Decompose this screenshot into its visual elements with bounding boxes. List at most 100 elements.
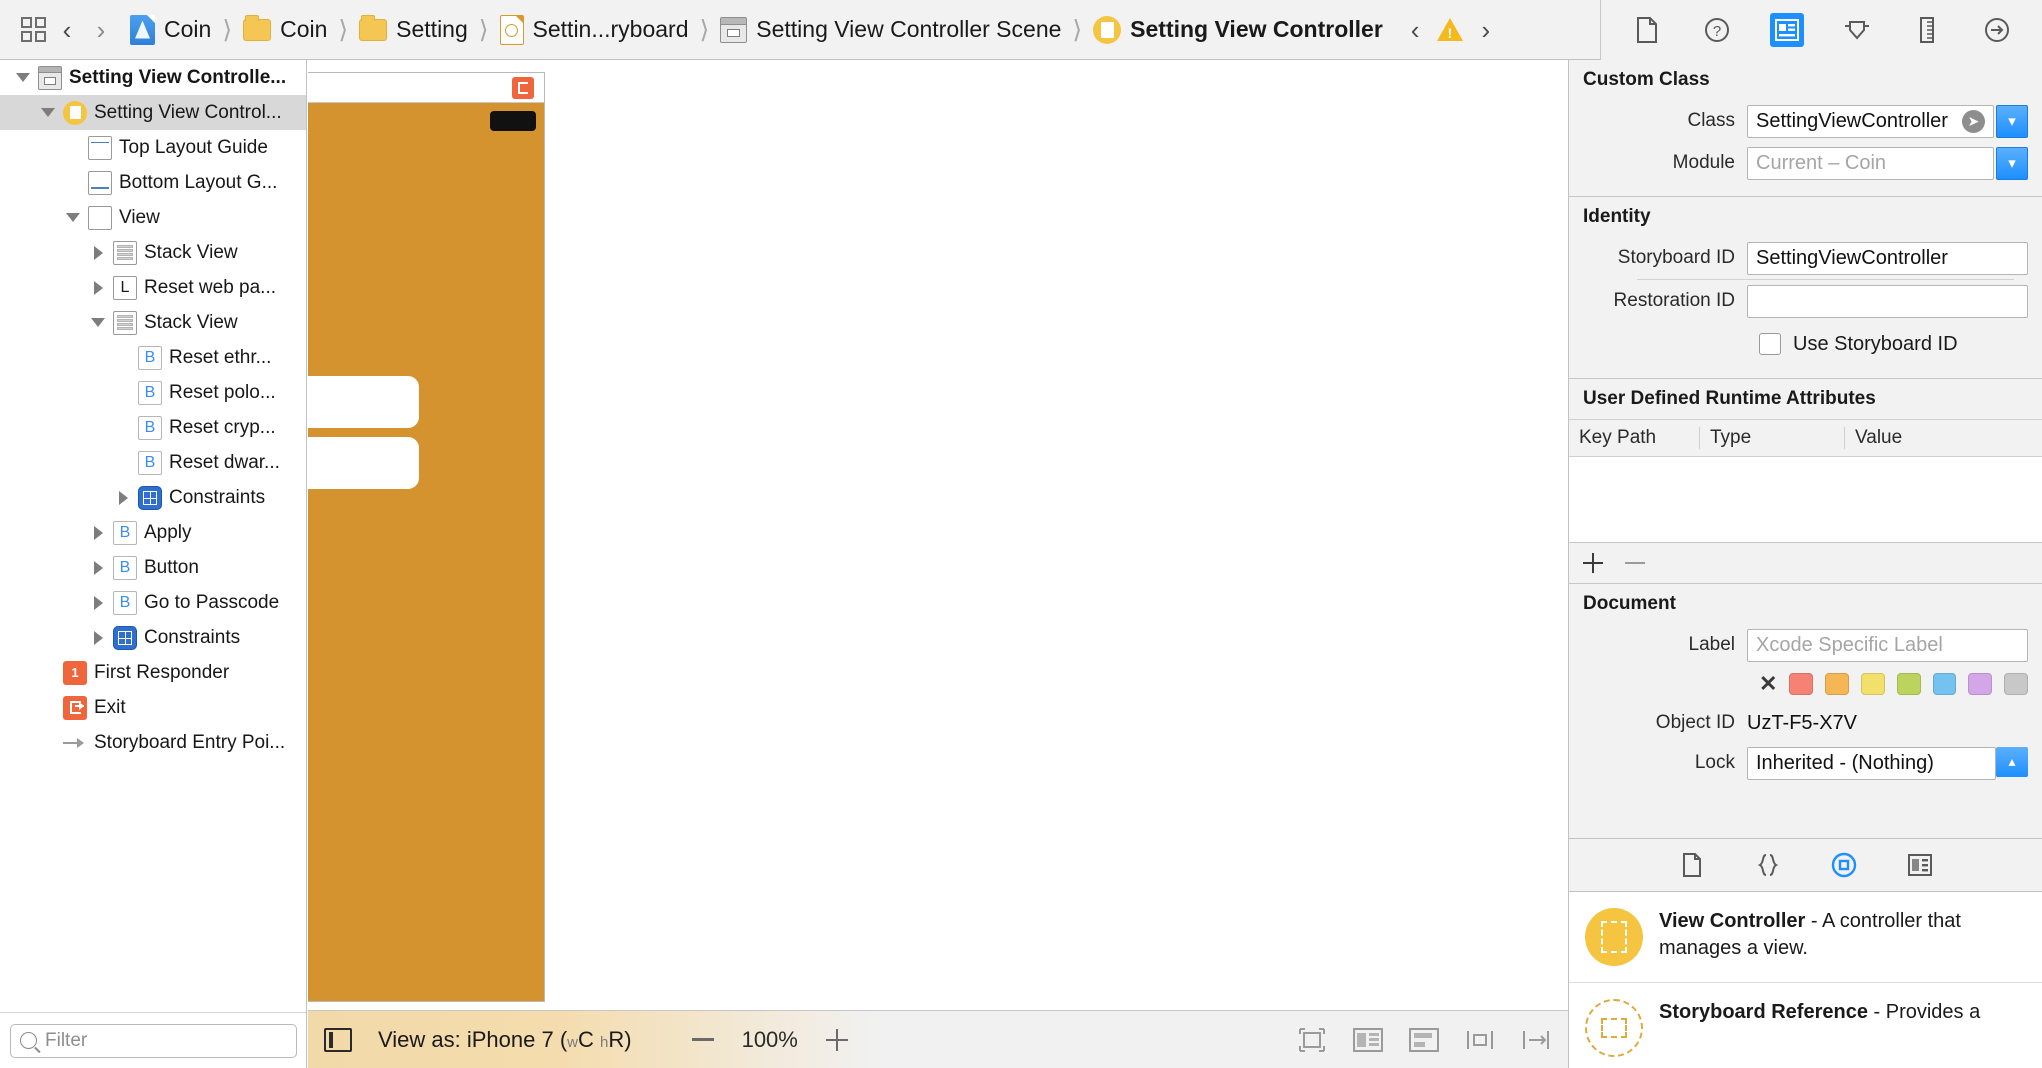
storyboard-id-input[interactable]: SettingViewController	[1747, 241, 2028, 275]
outline-row[interactable]: B Go to Passcode	[0, 585, 306, 620]
breadcrumb-item-scene[interactable]: Setting View Controller Scene	[718, 0, 1063, 59]
outline-row[interactable]: Stack View	[0, 235, 306, 270]
breadcrumb-item-view-controller[interactable]: Setting View Controller	[1091, 0, 1385, 59]
color-swatch-green[interactable]	[1896, 673, 1921, 695]
document-label-input[interactable]: Xcode Specific Label	[1747, 628, 2028, 662]
attributes-inspector-icon[interactable]	[1840, 13, 1874, 47]
zoom-in-button[interactable]	[825, 1028, 848, 1051]
breadcrumb-item-folder-coin[interactable]: Coin	[241, 0, 329, 59]
add-attribute-button[interactable]	[1583, 553, 1603, 573]
outline-row[interactable]: Setting View Controlle...	[0, 60, 306, 95]
outline-row[interactable]: Constraints	[0, 480, 306, 515]
outline-row[interactable]: Top Layout Guide	[0, 130, 306, 165]
clear-color-button[interactable]: ✕	[1759, 673, 1777, 695]
use-storyboard-id-checkbox[interactable]	[1759, 333, 1781, 355]
outline-row[interactable]: 1 First Responder	[0, 655, 306, 690]
scroll-up-button[interactable]: ▴	[1996, 746, 2028, 777]
outline-row[interactable]: B Reset dwar...	[0, 445, 306, 480]
disclosure-triangle-icon[interactable]	[115, 490, 131, 505]
disclosure-triangle-icon[interactable]	[90, 245, 106, 260]
update-frames-icon[interactable]	[1296, 1026, 1328, 1054]
identity-inspector-panel[interactable]: Custom Class Class SettingViewController…	[1568, 60, 2042, 1068]
code-snippet-library-icon[interactable]	[1753, 850, 1783, 880]
view-as-height-class: R	[608, 1026, 625, 1052]
disclosure-triangle-icon[interactable]	[90, 560, 106, 575]
passcode-field-1[interactable]: ...digit	[308, 376, 419, 428]
breadcrumb-item-folder-setting[interactable]: Setting	[357, 0, 470, 59]
runtime-attributes-table-body[interactable]	[1569, 457, 2042, 543]
disclosure-triangle-icon[interactable]	[90, 318, 106, 327]
outline-row[interactable]: Setting View Control...	[0, 95, 306, 130]
navigate-forward-button[interactable]: ›	[84, 13, 118, 47]
color-swatch-yellow[interactable]	[1861, 673, 1885, 695]
connections-inspector-icon[interactable]	[1980, 13, 2014, 47]
related-items-button[interactable]	[16, 13, 50, 47]
disclosure-triangle-icon[interactable]	[15, 73, 31, 82]
color-swatch-red[interactable]	[1789, 673, 1814, 695]
outline-row[interactable]: B Reset polo...	[0, 375, 306, 410]
module-dropdown-button[interactable]: ▾	[1996, 146, 2028, 180]
file-template-library-icon[interactable]	[1677, 850, 1707, 880]
list-item[interactable]: View Controller - A controller that mana…	[1569, 892, 2042, 983]
class-input[interactable]: SettingViewController ➤	[1747, 104, 1994, 138]
outline-row[interactable]: B Button	[0, 550, 306, 585]
interface-builder-canvas[interactable]: ...sscode: ...digit ...4 digit ...ode ..…	[308, 60, 1568, 1010]
disclosure-triangle-icon[interactable]	[90, 525, 106, 540]
lock-select[interactable]: Inherited - (Nothing)	[1747, 746, 1996, 780]
disclosure-triangle-icon[interactable]	[40, 108, 56, 117]
view-as-label[interactable]: View as: iPhone 7 (wC hR)	[378, 1027, 632, 1053]
next-issue-button[interactable]: ›	[1481, 17, 1490, 43]
zoom-out-button[interactable]	[691, 1038, 714, 1041]
color-swatch-blue[interactable]	[1932, 673, 1957, 695]
outline-row[interactable]: Constraints	[0, 620, 306, 655]
align-icon[interactable]	[1408, 1026, 1440, 1054]
pin-icon[interactable]	[1464, 1026, 1496, 1054]
object-library-icon[interactable]	[1829, 850, 1859, 880]
embed-in-icon[interactable]	[1352, 1026, 1384, 1054]
size-inspector-icon[interactable]	[1910, 13, 1944, 47]
module-input[interactable]: Current – Coin	[1747, 146, 1994, 180]
outline-row-label: Stack View	[144, 311, 238, 333]
outline-row[interactable]: B Reset ethr...	[0, 340, 306, 375]
jump-to-definition-icon[interactable]: ➤	[1962, 109, 1985, 133]
navigate-back-button[interactable]: ‹	[50, 13, 84, 47]
object-library-list[interactable]: View Controller - A controller that mana…	[1569, 892, 2042, 1068]
outline-row[interactable]: Storyboard Entry Poi...	[0, 725, 306, 760]
outline-row[interactable]: Stack View	[0, 305, 306, 340]
passcode-field-2[interactable]: ...4 digit	[308, 437, 419, 489]
quick-help-inspector-icon[interactable]: ?	[1700, 13, 1734, 47]
disclosure-triangle-icon[interactable]	[90, 595, 106, 610]
color-swatch-orange[interactable]	[1825, 673, 1850, 695]
outline-row[interactable]: Bottom Layout G...	[0, 165, 306, 200]
outline-row[interactable]: B Apply	[0, 515, 306, 550]
resolve-auto-layout-icon[interactable]	[1520, 1026, 1552, 1054]
disclosure-triangle-icon[interactable]	[90, 280, 106, 295]
inspector-scroll-area[interactable]: Custom Class Class SettingViewController…	[1569, 60, 2042, 838]
identity-inspector-icon[interactable]	[1769, 13, 1804, 47]
previous-issue-button[interactable]: ‹	[1411, 17, 1420, 43]
breadcrumb-separator-icon: ⟩	[222, 15, 233, 44]
breadcrumb-item-project[interactable]: Coin	[128, 0, 213, 59]
outline-row[interactable]: B Reset cryp...	[0, 410, 306, 445]
restoration-id-input[interactable]	[1747, 284, 2028, 318]
exit-icon[interactable]	[512, 76, 534, 99]
disclosure-triangle-icon[interactable]	[90, 630, 106, 645]
color-swatch-gray[interactable]	[2004, 673, 2029, 695]
outline-row[interactable]: Exit	[0, 690, 306, 725]
class-dropdown-button[interactable]: ▾	[1996, 104, 2028, 138]
file-inspector-icon[interactable]	[1630, 13, 1664, 47]
document-outline-panel[interactable]: Setting View Controlle... Setting View Co…	[0, 60, 307, 1068]
color-swatch-purple[interactable]	[1968, 673, 1993, 695]
disclosure-triangle-icon[interactable]	[65, 213, 81, 222]
list-item[interactable]: Storyboard Reference - Provides a	[1569, 983, 2042, 1068]
filter-input[interactable]: Filter	[10, 1023, 297, 1058]
breadcrumb-item-storyboard[interactable]: Settin...ryboard	[498, 0, 691, 59]
warning-triangle-icon[interactable]	[1437, 18, 1464, 41]
document-outline-toggle-icon[interactable]	[324, 1027, 352, 1052]
remove-attribute-button[interactable]	[1625, 562, 1645, 564]
use-storyboard-id-row[interactable]: Use Storyboard ID	[1569, 322, 2028, 366]
outline-row[interactable]: L Reset web pa...	[0, 270, 306, 305]
scene-device-view[interactable]: ...sscode: ...digit ...4 digit ...ode ..…	[308, 72, 545, 1002]
outline-row[interactable]: View	[0, 200, 306, 235]
media-library-icon[interactable]	[1905, 850, 1935, 880]
